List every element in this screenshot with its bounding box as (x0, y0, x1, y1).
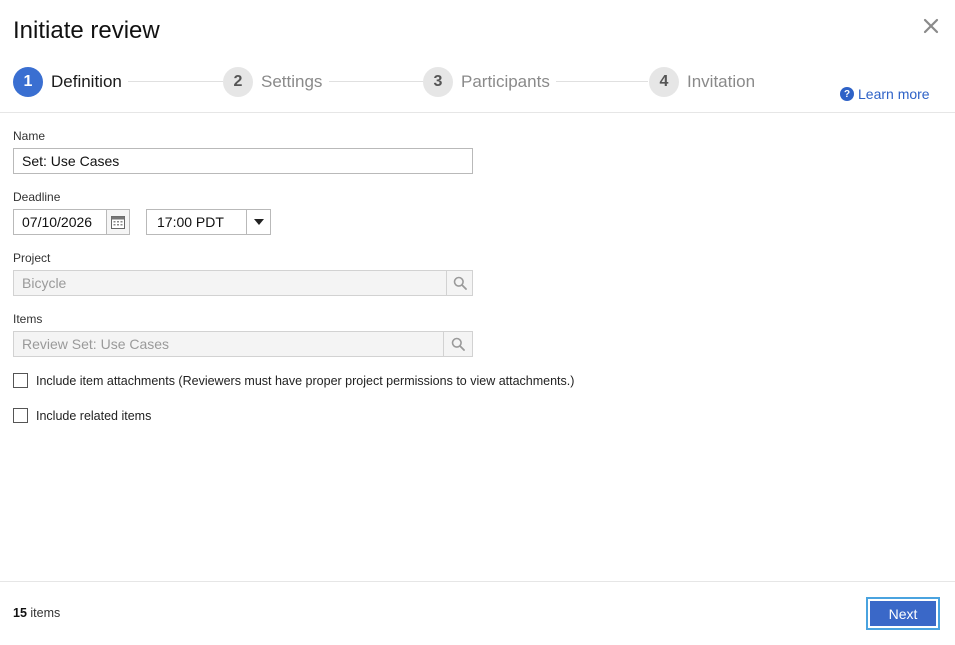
include-attachments-checkbox[interactable] (13, 373, 28, 388)
next-button-focus-ring: Next (866, 597, 940, 630)
chevron-down-icon[interactable] (246, 209, 271, 235)
project-input: Bicycle (13, 270, 448, 296)
dialog-title: Initiate review (13, 17, 160, 44)
step-connector (128, 81, 223, 82)
header-divider (0, 112, 955, 113)
include-related-label: Include related items (36, 408, 152, 423)
item-count: 15 items (13, 606, 60, 620)
items-label: Items (13, 312, 43, 326)
step-label: Definition (51, 71, 122, 91)
item-count-value: 15 (13, 606, 27, 620)
learn-more-link[interactable]: ? Learn more (840, 86, 930, 102)
step-number: 1 (13, 66, 43, 97)
name-label: Name (13, 129, 46, 143)
items-input: Review Set: Use Cases (13, 331, 445, 357)
step-label: Settings (261, 71, 323, 91)
include-attachments-label: Include item attachments (Reviewers must… (36, 373, 575, 388)
step-connector (329, 81, 424, 82)
next-button[interactable]: Next (870, 601, 936, 626)
step-invitation[interactable]: 4 Invitation (649, 66, 755, 97)
name-input[interactable]: Set: Use Cases (13, 148, 473, 174)
step-connector (556, 81, 648, 82)
step-label: Participants (461, 71, 550, 91)
step-label: Invitation (687, 71, 756, 91)
include-related-row: Include related items (13, 408, 151, 423)
footer-divider (0, 581, 955, 582)
search-icon (446, 270, 473, 296)
wizard-stepper: 1 Definition 2 Settings 3 Participants 4… (13, 66, 773, 97)
help-icon: ? (840, 87, 854, 101)
item-count-suffix: items (30, 606, 61, 620)
step-participants[interactable]: 3 Participants (423, 66, 550, 97)
close-icon[interactable] (920, 15, 942, 37)
deadline-label: Deadline (13, 190, 61, 204)
include-attachments-row: Include item attachments (Reviewers must… (13, 373, 574, 388)
step-definition[interactable]: 1 Definition (13, 66, 122, 97)
step-number: 3 (423, 66, 453, 97)
step-number: 2 (223, 66, 253, 97)
deadline-date-input[interactable]: 07/10/2026 (13, 209, 107, 235)
step-settings[interactable]: 2 Settings (223, 66, 322, 97)
include-related-checkbox[interactable] (13, 408, 28, 423)
project-label: Project (13, 251, 51, 265)
step-number: 4 (649, 66, 679, 97)
deadline-time-select[interactable]: 17:00 PDT (146, 209, 248, 235)
calendar-icon[interactable] (106, 209, 130, 235)
learn-more-label: Learn more (858, 86, 930, 102)
search-icon (443, 331, 473, 357)
